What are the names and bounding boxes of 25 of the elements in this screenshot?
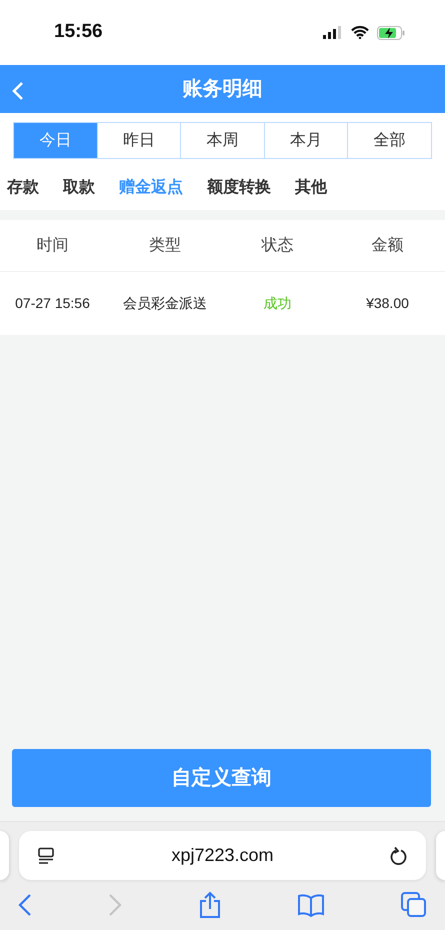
wifi-icon [351, 26, 369, 39]
category-tab[interactable]: 其他 [295, 176, 327, 200]
tabs-button[interactable] [401, 892, 427, 918]
bookmarks-button[interactable] [296, 892, 325, 918]
url-text: xpj7223.com [171, 844, 274, 867]
status-time: 15:56 [54, 20, 103, 44]
page-title: 账务明细 [182, 77, 262, 102]
column-header: 状态 [262, 236, 294, 254]
table-cell: ¥38.00 [366, 294, 409, 310]
page-menu-icon[interactable] [37, 846, 55, 864]
battery-icon [377, 26, 405, 40]
table-cell: 07-27 15:56 [15, 294, 90, 310]
address-bar[interactable]: xpj7223.com [19, 831, 426, 880]
share-button[interactable] [198, 891, 220, 919]
reload-icon[interactable] [390, 846, 408, 866]
category-tab[interactable]: 额度转换 [207, 176, 271, 200]
column-header: 类型 [149, 236, 181, 254]
signal-icon [323, 26, 343, 40]
status-text: 成功 [264, 294, 292, 310]
category-tab[interactable]: 取款 [63, 176, 95, 200]
category-tab[interactable]: 存款 [7, 176, 39, 200]
table-cell: 会员彩金派送 [123, 294, 207, 310]
column-header: 时间 [36, 236, 68, 254]
column-header: 金额 [372, 236, 404, 254]
back-nav-button[interactable] [18, 892, 32, 918]
